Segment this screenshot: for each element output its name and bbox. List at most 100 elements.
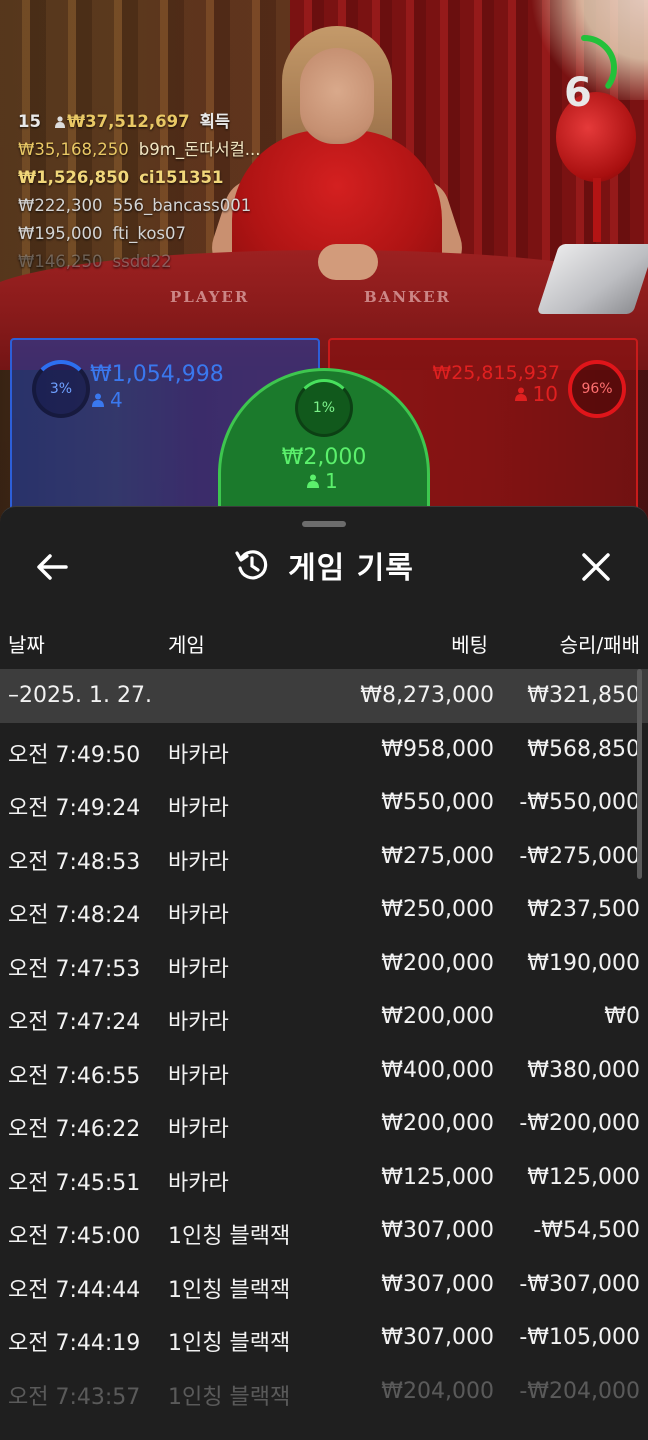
history-row[interactable]: 오전 7:49:50 바카라 ₩958,000 ₩568,850 bbox=[0, 723, 648, 777]
history-row[interactable]: 오전 7:49:24 바카라 ₩550,000 -₩550,000 bbox=[0, 776, 648, 830]
winner-name: b9m_돈따서컬... bbox=[138, 140, 261, 159]
history-game: 1인칭 블랙잭 bbox=[168, 1331, 291, 1356]
timer-value: 6 bbox=[564, 70, 592, 116]
winner-name: ci151351 bbox=[139, 168, 224, 187]
history-bet: ₩275,000 bbox=[381, 843, 494, 869]
history-row[interactable]: 오전 7:47:53 바카라 ₩200,000 ₩190,000 bbox=[0, 937, 648, 991]
history-time: 오전 7:46:55 bbox=[8, 1063, 141, 1089]
history-bet: ₩307,000 bbox=[381, 1325, 494, 1350]
date-summary-row[interactable]: –2025. 1. 27. ₩8,273,000 ₩321,850 bbox=[0, 669, 648, 723]
close-button[interactable] bbox=[574, 545, 618, 589]
history-row[interactable]: 오전 7:46:55 바카라 ₩400,000 ₩380,000 bbox=[0, 1044, 648, 1098]
sheet-header: 게임 기록 bbox=[0, 543, 648, 587]
person-icon bbox=[514, 387, 527, 401]
sheet-drag-handle[interactable] bbox=[302, 521, 346, 527]
person-icon bbox=[307, 474, 319, 488]
history-bet: ₩200,000 bbox=[381, 1111, 494, 1136]
dealer-face bbox=[300, 48, 374, 144]
history-row[interactable]: 오전 7:47:24 바카라 ₩200,000 ₩0 bbox=[0, 990, 648, 1044]
history-game: 바카라 bbox=[168, 1117, 229, 1142]
person-icon bbox=[54, 116, 65, 128]
history-bet: ₩400,000 bbox=[381, 1057, 494, 1083]
history-time: 오전 7:44:19 bbox=[8, 1331, 141, 1356]
banker-percent-ring: 96% bbox=[568, 360, 626, 418]
history-game: 바카라 bbox=[168, 796, 229, 821]
history-row[interactable]: 오전 7:44:44 1인칭 블랙잭 ₩307,000 -₩307,000 bbox=[0, 1258, 648, 1312]
winners-list: 15 ₩37,512,697 획득 ₩35,168,250 b9m_돈따서컬..… bbox=[18, 108, 261, 276]
winner-name: fti_kos07 bbox=[112, 224, 187, 243]
winner-amount: ₩146,250 bbox=[18, 252, 103, 271]
close-icon bbox=[582, 553, 610, 581]
banker-bettor-count: 10 bbox=[514, 382, 558, 406]
history-result: -₩275,000 bbox=[519, 843, 640, 869]
history-result: -₩105,000 bbox=[519, 1325, 640, 1350]
history-game: 바카라 bbox=[168, 1063, 229, 1089]
history-result: ₩380,000 bbox=[527, 1057, 640, 1083]
winner-name: ssdd22 bbox=[112, 252, 172, 271]
page-title: 게임 기록 bbox=[288, 551, 414, 586]
banker-percent: 96% bbox=[581, 381, 613, 397]
winner-amount: ₩1,526,850 bbox=[18, 168, 130, 187]
player-percent-ring: 3% bbox=[32, 360, 90, 418]
player-bet-amount: ₩1,054,998 bbox=[90, 362, 224, 387]
history-row[interactable]: 오전 7:48:53 바카라 ₩275,000 -₩275,000 bbox=[0, 830, 648, 884]
history-game: 1인칭 블랙잭 bbox=[168, 1277, 291, 1303]
history-bet: ₩307,000 bbox=[381, 1271, 494, 1297]
history-time: 오전 7:45:00 bbox=[8, 1224, 141, 1249]
tie-bettor-count: 1 bbox=[307, 469, 338, 493]
dealer-hands bbox=[318, 244, 378, 280]
summary-date: –2025. 1. 27. bbox=[8, 683, 152, 708]
summary-result: ₩321,850 bbox=[527, 683, 640, 708]
history-bet: ₩204,000 bbox=[381, 1378, 494, 1404]
history-game: 1인칭 블랙잭 bbox=[168, 1224, 291, 1249]
column-header-bet: 베팅 bbox=[451, 633, 488, 657]
table-header: 날짜 게임 베팅 승리/패배 bbox=[0, 625, 648, 661]
history-row[interactable]: 오전 7:44:19 1인칭 블랙잭 ₩307,000 -₩105,000 bbox=[0, 1311, 648, 1365]
history-result: ₩125,000 bbox=[527, 1164, 640, 1190]
table-label-player: PLAYER bbox=[170, 288, 250, 306]
history-time: 오전 7:45:51 bbox=[8, 1170, 141, 1196]
history-icon bbox=[235, 550, 268, 580]
history-game: 바카라 bbox=[168, 903, 229, 928]
winner-amount: ₩195,000 bbox=[18, 224, 103, 243]
column-header-game: 게임 bbox=[168, 633, 205, 657]
history-row[interactable]: 오전 7:46:22 바카라 ₩200,000 -₩200,000 bbox=[0, 1097, 648, 1151]
history-game: 1인칭 블랙잭 bbox=[168, 1384, 291, 1410]
history-list: –2025. 1. 27. ₩8,273,000 ₩321,850 오전 7:4… bbox=[0, 669, 648, 1418]
history-result: -₩550,000 bbox=[519, 790, 640, 815]
history-row[interactable]: 오전 7:43:57 1인칭 블랙잭 ₩204,000 -₩204,000 bbox=[0, 1365, 648, 1419]
history-result: ₩0 bbox=[604, 1004, 640, 1029]
game-history-sheet: 게임 기록 날짜 게임 베팅 승리/패배 –2025. 1. 27. ₩8,27… bbox=[0, 506, 648, 1440]
history-game: 바카라 bbox=[168, 956, 229, 982]
winners-header: 15 ₩37,512,697 획득 bbox=[18, 108, 261, 136]
history-bet: ₩307,000 bbox=[381, 1218, 494, 1243]
winner-row: ₩195,000 fti_kos07 bbox=[18, 220, 261, 248]
player-bettor-count: 4 bbox=[92, 388, 123, 412]
history-bet: ₩550,000 bbox=[381, 790, 494, 815]
lantern-tassel bbox=[593, 178, 601, 242]
history-result: -₩307,000 bbox=[519, 1271, 640, 1297]
winners-count: 15 bbox=[18, 112, 41, 131]
winner-row: ₩1,526,850 ci151351 bbox=[18, 164, 261, 192]
history-bet: ₩250,000 bbox=[381, 897, 494, 922]
history-time: 오전 7:47:53 bbox=[8, 956, 141, 982]
history-time: 오전 7:49:24 bbox=[8, 796, 141, 821]
scrollbar[interactable] bbox=[637, 669, 642, 879]
winner-row: ₩222,300 556_bancass001 bbox=[18, 192, 261, 220]
tie-percent-ring: 1% bbox=[295, 379, 353, 437]
history-row[interactable]: 오전 7:45:00 1인칭 블랙잭 ₩307,000 -₩54,500 bbox=[0, 1204, 648, 1258]
live-video-stage: PLAYER BANKER 6 15 ₩37,512,697 획득 ₩35,16… bbox=[0, 0, 648, 540]
history-bet: ₩200,000 bbox=[381, 950, 494, 976]
history-time: 오전 7:43:57 bbox=[8, 1384, 141, 1410]
history-row[interactable]: 오전 7:45:51 바카라 ₩125,000 ₩125,000 bbox=[0, 1151, 648, 1205]
history-result: -₩200,000 bbox=[519, 1111, 640, 1136]
history-row[interactable]: 오전 7:48:24 바카라 ₩250,000 ₩237,500 bbox=[0, 883, 648, 937]
history-result: -₩204,000 bbox=[519, 1378, 640, 1404]
history-result: ₩190,000 bbox=[527, 950, 640, 976]
history-time: 오전 7:48:24 bbox=[8, 903, 141, 928]
history-result: ₩568,850 bbox=[527, 736, 640, 762]
history-time: 오전 7:44:44 bbox=[8, 1277, 141, 1303]
winner-amount: ₩222,300 bbox=[18, 196, 103, 215]
winner-name: 556_bancass001 bbox=[112, 196, 252, 215]
winner-row: ₩35,168,250 b9m_돈따서컬... bbox=[18, 136, 261, 164]
